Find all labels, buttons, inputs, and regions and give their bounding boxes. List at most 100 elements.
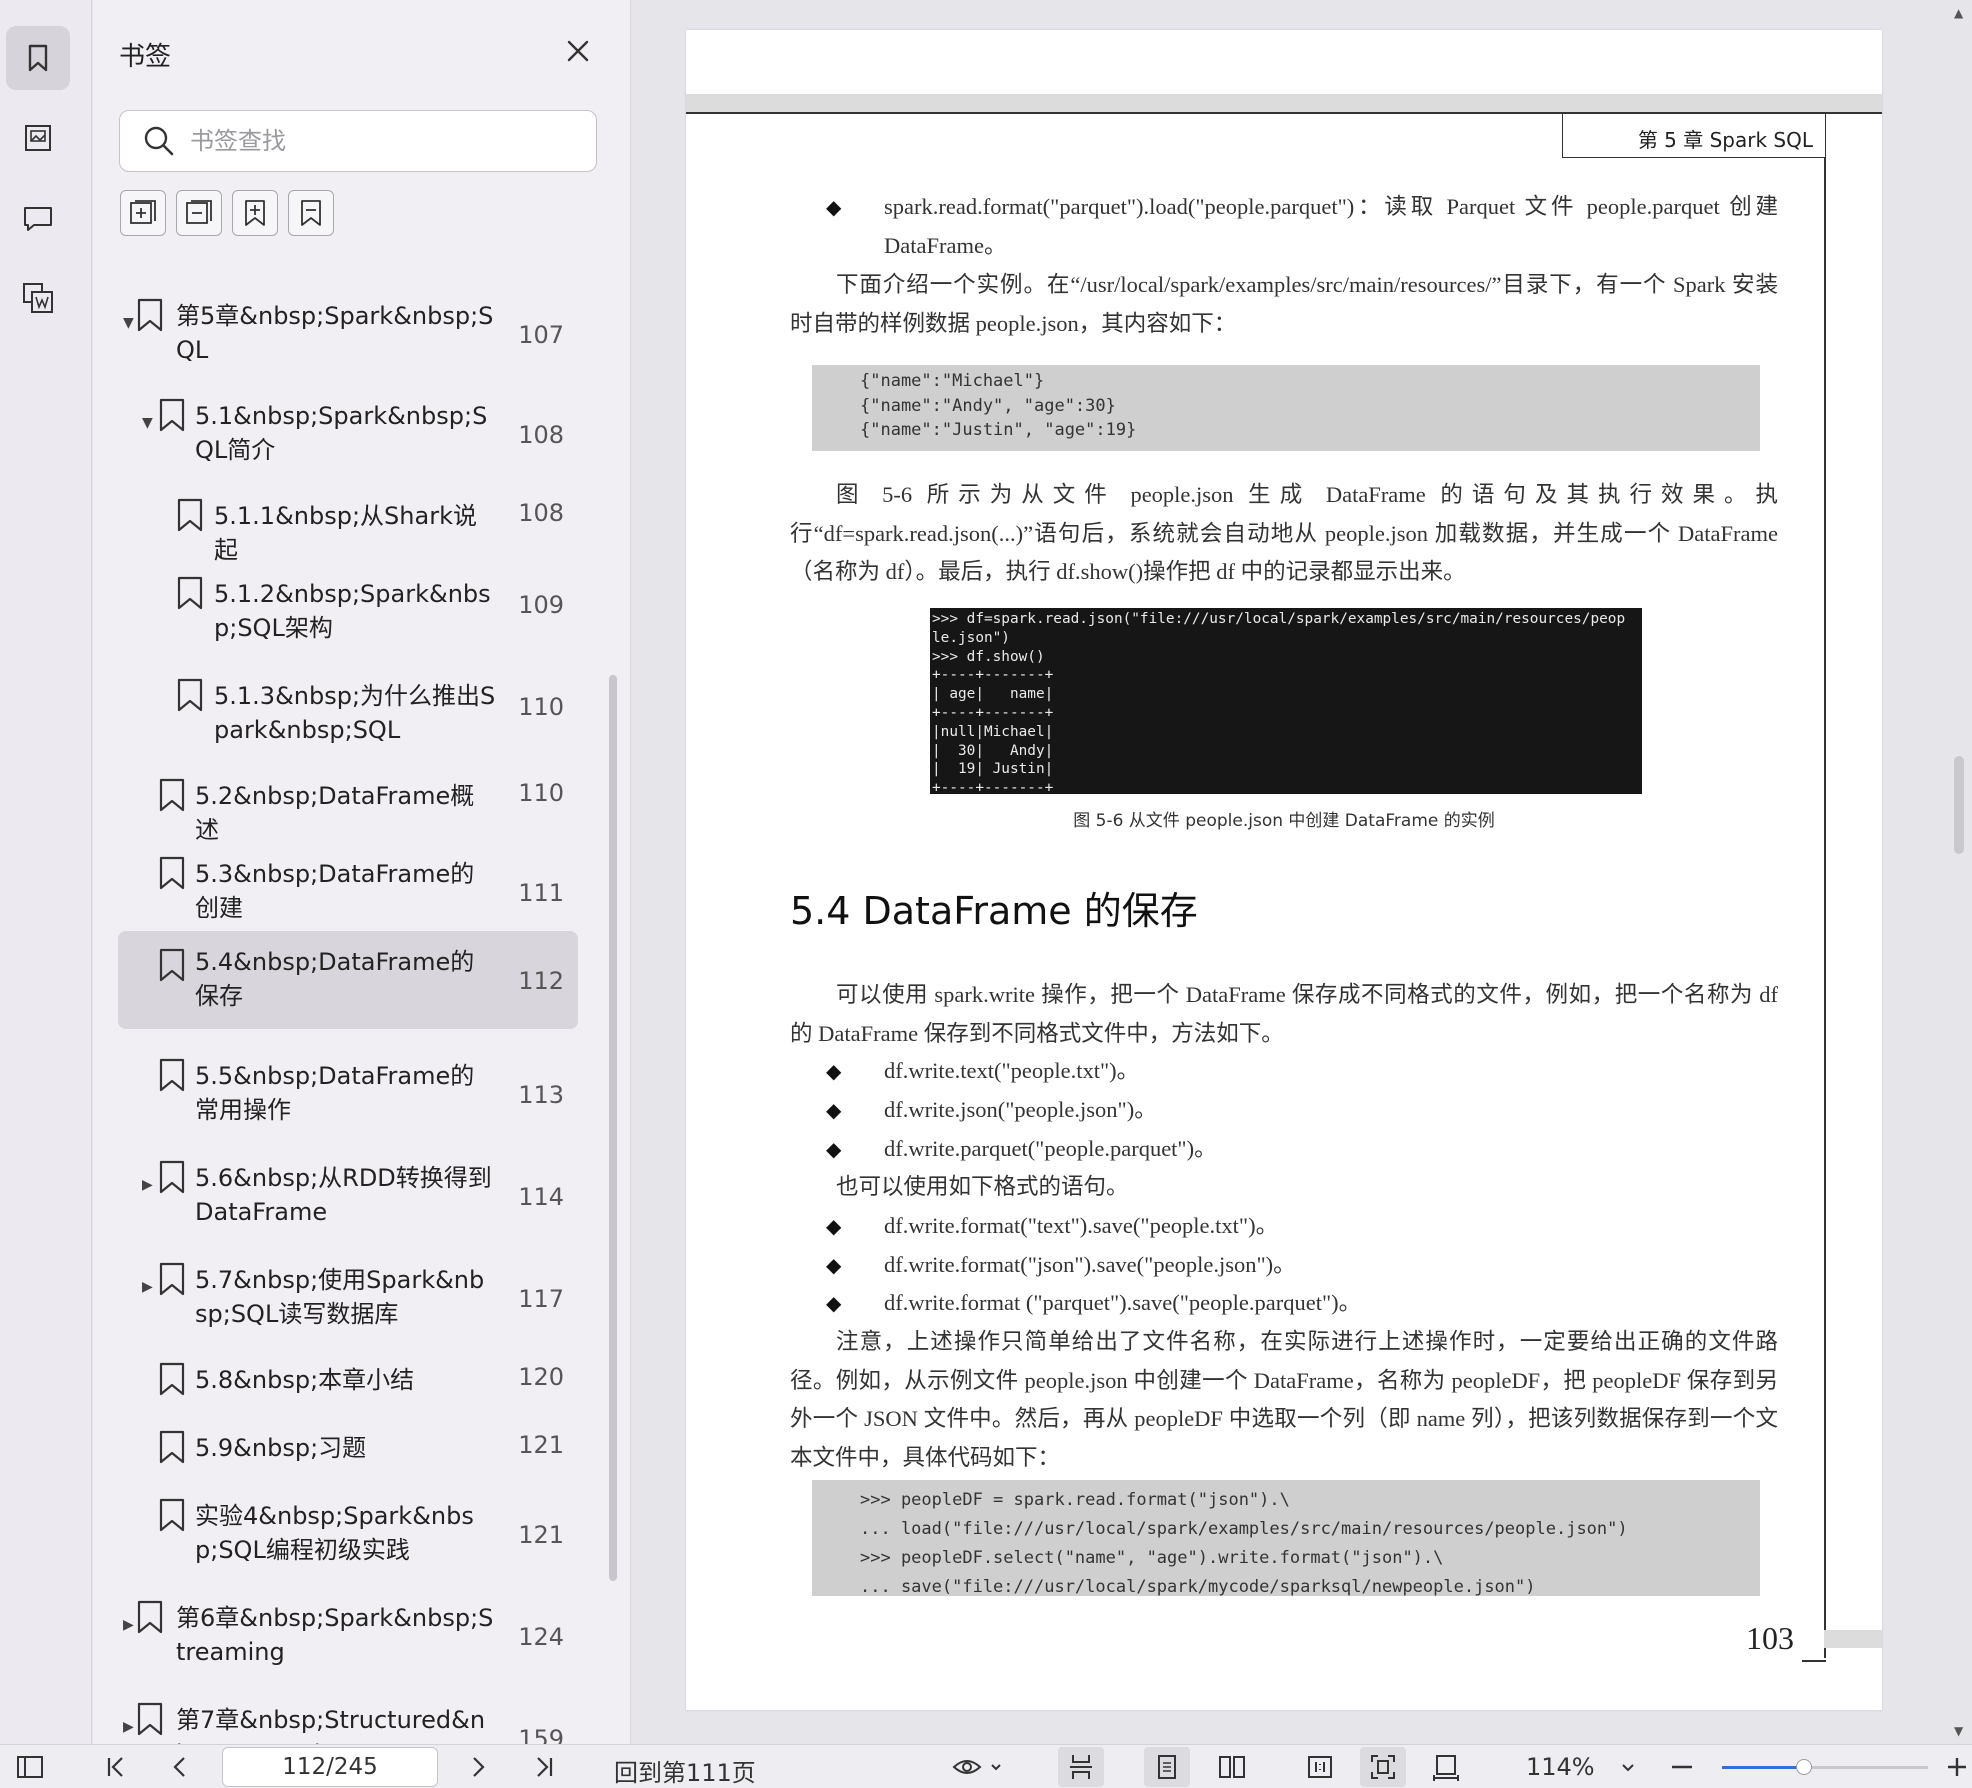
- bullet-text: df.write.parquet("people.parquet")。: [884, 1136, 1217, 1161]
- comment-icon[interactable]: [6, 186, 70, 250]
- single-page-icon[interactable]: [1144, 1747, 1190, 1787]
- bookmark-label: 第5章&nbsp;Spark&nbsp;SQL: [176, 302, 494, 364]
- zoom-slider-knob[interactable]: [1796, 1759, 1813, 1775]
- attachment-icon[interactable]: [6, 266, 70, 330]
- code-line: {"name":"Michael"}: [860, 371, 1045, 391]
- search-input[interactable]: [190, 127, 570, 155]
- collapsed-arrow-icon[interactable]: ▶: [123, 1719, 134, 1735]
- terminal-line: | 19| Justin|: [932, 761, 1054, 778]
- page-margin-rule: [1824, 158, 1826, 1658]
- document-scrollbar[interactable]: ▲ ▼: [1948, 0, 1972, 1744]
- search-icon: [144, 126, 174, 156]
- bullet-item: ◆ df.write.json("people.json")。: [790, 1091, 1778, 1131]
- bookmark-item[interactable]: ▶ 第6章&nbsp;Spark&nbsp;Streaming 124: [118, 1587, 578, 1669]
- bookmark-item[interactable]: ▶ 5.6&nbsp;从RDD转换得到DataFrame 114: [118, 1147, 578, 1229]
- first-page-icon[interactable]: [100, 1751, 132, 1783]
- collapse-all-button[interactable]: [176, 190, 222, 236]
- zoom-dropdown-icon[interactable]: [1612, 1751, 1644, 1783]
- bookmark-item[interactable]: 实验4&nbsp;Spark&nbsp;SQL编程初级实践 121: [118, 1485, 578, 1567]
- bookmark-page: 120: [518, 1363, 564, 1391]
- zoom-in-icon[interactable]: [1944, 1751, 1968, 1783]
- diamond-bullet-icon: ◆: [826, 1293, 842, 1315]
- scrollbar-thumb[interactable]: [1954, 756, 1964, 854]
- next-page-icon[interactable]: [462, 1751, 494, 1783]
- last-page-icon[interactable]: [528, 1751, 560, 1783]
- bookmark-item[interactable]: 5.1.2&nbsp;Spark&nbsp;SQL架构 109: [118, 563, 578, 645]
- fit-page-icon[interactable]: [1360, 1747, 1406, 1787]
- bookmark-page: 108: [518, 421, 564, 449]
- bookmark-label: 5.9&nbsp;习题: [195, 1434, 367, 1462]
- bookmark-label: 5.1.1&nbsp;从Shark说起: [214, 502, 477, 564]
- bookmark-icon: [177, 498, 203, 532]
- bookmark-page: 112: [518, 967, 564, 995]
- paragraph: 下面介绍一个实例。在“/usr/local/spark/examples/src…: [790, 272, 1778, 336]
- sidebar-toggle-icon[interactable]: [14, 1751, 46, 1783]
- diamond-bullet-icon: ◆: [826, 1216, 842, 1238]
- bookmark-label: 5.4&nbsp;DataFrame的保存: [195, 948, 475, 1010]
- bookmark-panel-icon[interactable]: [6, 26, 70, 90]
- collapsed-arrow-icon[interactable]: ▶: [123, 1617, 134, 1633]
- zoom-level[interactable]: 114%: [1526, 1753, 1595, 1781]
- bookmark-item[interactable]: 5.1.3&nbsp;为什么推出Spark&nbsp;SQL 110: [118, 665, 578, 747]
- bookmark-item[interactable]: ▼ 5.1&nbsp;Spark&nbsp;SQL简介 108: [118, 385, 578, 467]
- add-bookmark-button[interactable]: [232, 190, 278, 236]
- previous-page-icon[interactable]: [164, 1751, 196, 1783]
- bookmark-search: [119, 110, 597, 172]
- paragraph: 也可以使用如下格式的语句。: [836, 1174, 1129, 1199]
- zoom-slider[interactable]: [1722, 1759, 1928, 1775]
- left-rail: [0, 0, 92, 1744]
- bookmark-item[interactable]: 5.9&nbsp;习题 121: [118, 1417, 578, 1477]
- bookmark-item[interactable]: 5.1.1&nbsp;从Shark说起 108: [118, 485, 578, 564]
- two-page-icon[interactable]: [1216, 1751, 1248, 1783]
- code-line: {"name":"Andy", "age":30}: [860, 395, 1116, 416]
- bookmark-item[interactable]: 5.3&nbsp;DataFrame的创建 111: [118, 843, 578, 925]
- zoom-out-icon[interactable]: [1666, 1751, 1698, 1783]
- bookmark-page: 114: [518, 1183, 564, 1211]
- bookmark-icon: [159, 1362, 185, 1396]
- bullet-text: df.write.format ("parquet").save("people…: [884, 1290, 1362, 1315]
- terminal-line: | 30| Andy|: [932, 742, 1054, 759]
- bookmark-page: 124: [518, 1623, 564, 1651]
- bookmark-item[interactable]: 5.2&nbsp;DataFrame概述 110: [118, 765, 578, 844]
- thumbnail-icon[interactable]: [6, 106, 70, 170]
- bookmark-icon: [159, 1058, 185, 1092]
- bookmark-item[interactable]: 5.8&nbsp;本章小结 120: [118, 1349, 578, 1409]
- scroll-up-icon[interactable]: ▲: [1954, 6, 1963, 20]
- bookmark-page: 121: [518, 1521, 564, 1549]
- bookmark-label: 5.1&nbsp;Spark&nbsp;SQL简介: [195, 402, 488, 464]
- expand-all-button[interactable]: [120, 190, 166, 236]
- code-line: >>> peopleDF = spark.read.format("json")…: [860, 1490, 1290, 1510]
- bookmark-page: 108: [518, 499, 564, 527]
- expanded-arrow-icon[interactable]: ▼: [123, 315, 134, 331]
- bullet-item: ◆ df.write.format("json").save("people.j…: [790, 1246, 1778, 1286]
- eye-mode-icon[interactable]: [950, 1751, 1010, 1783]
- back-to-page-link[interactable]: 回到第111页: [614, 1753, 756, 1788]
- bullet-item: ◆ df.write.parquet("people.parquet")。: [790, 1130, 1778, 1170]
- panel-scrollbar[interactable]: [609, 675, 617, 1581]
- bookmark-item[interactable]: ▼ 第5章&nbsp;Spark&nbsp;SQL 107: [118, 285, 578, 367]
- bookmark-label: 5.5&nbsp;DataFrame的常用操作: [195, 1062, 475, 1124]
- terminal-line: +----+-------+: [932, 667, 1054, 684]
- bookmark-icon: [159, 398, 185, 432]
- bookmark-item[interactable]: ▶ 5.7&nbsp;使用Spark&nbsp;SQL读写数据库 117: [118, 1249, 578, 1331]
- remove-bookmark-button[interactable]: [288, 190, 334, 236]
- terminal-line: +----+-------+: [932, 704, 1054, 721]
- continuous-scroll-icon[interactable]: [1058, 1747, 1104, 1787]
- bookmark-icon: [137, 1600, 163, 1634]
- collapsed-arrow-icon[interactable]: ▶: [142, 1177, 153, 1193]
- code-line: ... load("file:///usr/local/spark/exampl…: [860, 1519, 1628, 1539]
- bookmark-item[interactable]: 5.5&nbsp;DataFrame的常用操作 113: [118, 1045, 578, 1127]
- bookmark-item-selected[interactable]: 5.4&nbsp;DataFrame的保存 112: [118, 931, 578, 1029]
- expanded-arrow-icon[interactable]: ▼: [142, 415, 153, 431]
- diamond-bullet-icon: ◆: [826, 1255, 842, 1277]
- bookmark-label: 5.6&nbsp;从RDD转换得到DataFrame: [195, 1164, 492, 1226]
- bookmark-page: 107: [518, 321, 564, 349]
- close-icon[interactable]: [563, 36, 593, 66]
- bookmark-item[interactable]: ▶ 第7章&nbsp;Structured&nbsp;Streaming 159: [118, 1689, 578, 1744]
- scroll-down-icon[interactable]: ▼: [1954, 1724, 1963, 1738]
- collapsed-arrow-icon[interactable]: ▶: [142, 1279, 153, 1295]
- fit-width-icon[interactable]: [1430, 1751, 1462, 1783]
- page-number-input[interactable]: [222, 1747, 438, 1787]
- actual-size-icon[interactable]: [1304, 1751, 1336, 1783]
- section-heading: 5.4 DataFrame 的保存: [790, 889, 1198, 933]
